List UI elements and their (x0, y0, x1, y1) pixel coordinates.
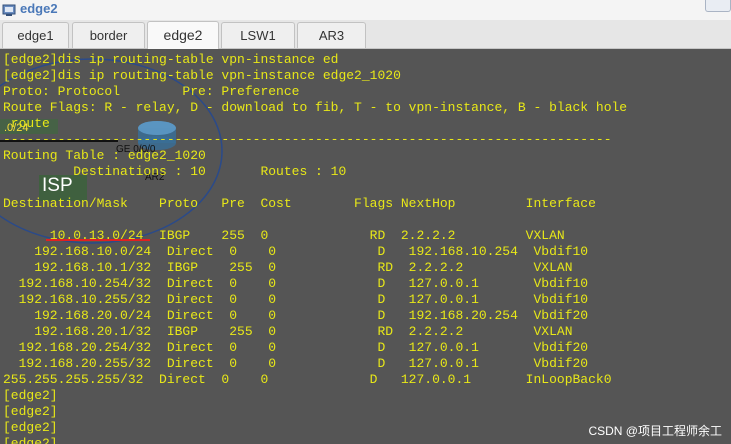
terminal-line: Route Flags: R - relay, D - download to … (3, 100, 628, 115)
terminal-line: [edge2]dis ip routing-table vpn-instance… (3, 52, 339, 67)
tab-edge2[interactable]: edge2 (147, 21, 219, 49)
terminal-line: 192.168.10.1/32 IBGP 255 0 RD 2.2.2.2 VX… (3, 260, 573, 275)
terminal-line: [edge2] (3, 388, 58, 403)
terminal-line: 192.168.20.254/32 Direct 0 0 D 127.0.0.1… (3, 340, 589, 355)
terminal-line: [edge2]dis ip routing-table vpn-instance… (3, 68, 401, 83)
session-tab-bar: edge1 border edge2 LSW1 AR3 (0, 20, 731, 49)
terminal-line: 192.168.10.255/32 Direct 0 0 D 127.0.0.1… (3, 292, 589, 307)
tab-ar3[interactable]: AR3 (297, 22, 366, 48)
terminal-line: 192.168.10.0/24 Direct 0 0 D 192.168.10.… (3, 244, 589, 259)
terminal-line: [edge2] (3, 404, 58, 419)
csdn-watermark: CSDN @项目工程师余工 (588, 424, 722, 438)
terminal-line: 10.0.13.0/24 IBGP 255 0 RD 2.2.2.2 VXLAN (3, 228, 565, 243)
terminal-line: 255.255.255.255/32 Direct 0 0 D 127.0.0.… (3, 372, 612, 387)
terminal-line: route (3, 116, 50, 131)
terminal-line: [edge2] (3, 436, 58, 444)
terminal-line: 192.168.20.1/32 IBGP 255 0 RD 2.2.2.2 VX… (3, 324, 573, 339)
terminal-line: 192.168.20.0/24 Direct 0 0 D 192.168.20.… (3, 308, 589, 323)
terminal-line: Destinations : 10 Routes : 10 (3, 164, 347, 179)
terminal-console[interactable]: .0/24 GE 0/0/0 AR2 ISP [edge2]dis ip rou… (0, 49, 731, 444)
window-restore-button[interactable] (705, 0, 731, 12)
terminal-line: Routing Table : edge2_1020 (3, 148, 206, 163)
terminal-line: [edge2] (3, 420, 58, 435)
window-title: edge2 (20, 1, 58, 16)
terminal-line: Proto: Protocol Pre: Preference (3, 84, 300, 99)
terminal-line: 192.168.10.254/32 Direct 0 0 D 127.0.0.1… (3, 276, 589, 291)
tab-border[interactable]: border (72, 22, 145, 48)
tab-edge1[interactable]: edge1 (2, 22, 69, 48)
terminal-output: [edge2]dis ip routing-table vpn-instance… (3, 52, 627, 444)
terminal-line: ----------------------------------------… (3, 132, 612, 147)
terminal-app-icon (2, 4, 16, 16)
terminal-line: Destination/Mask Proto Pre Cost Flags Ne… (3, 196, 596, 211)
tab-lsw1[interactable]: LSW1 (221, 22, 295, 48)
terminal-line: 192.168.20.255/32 Direct 0 0 D 127.0.0.1… (3, 356, 589, 371)
title-bar: edge2 (0, 0, 731, 20)
